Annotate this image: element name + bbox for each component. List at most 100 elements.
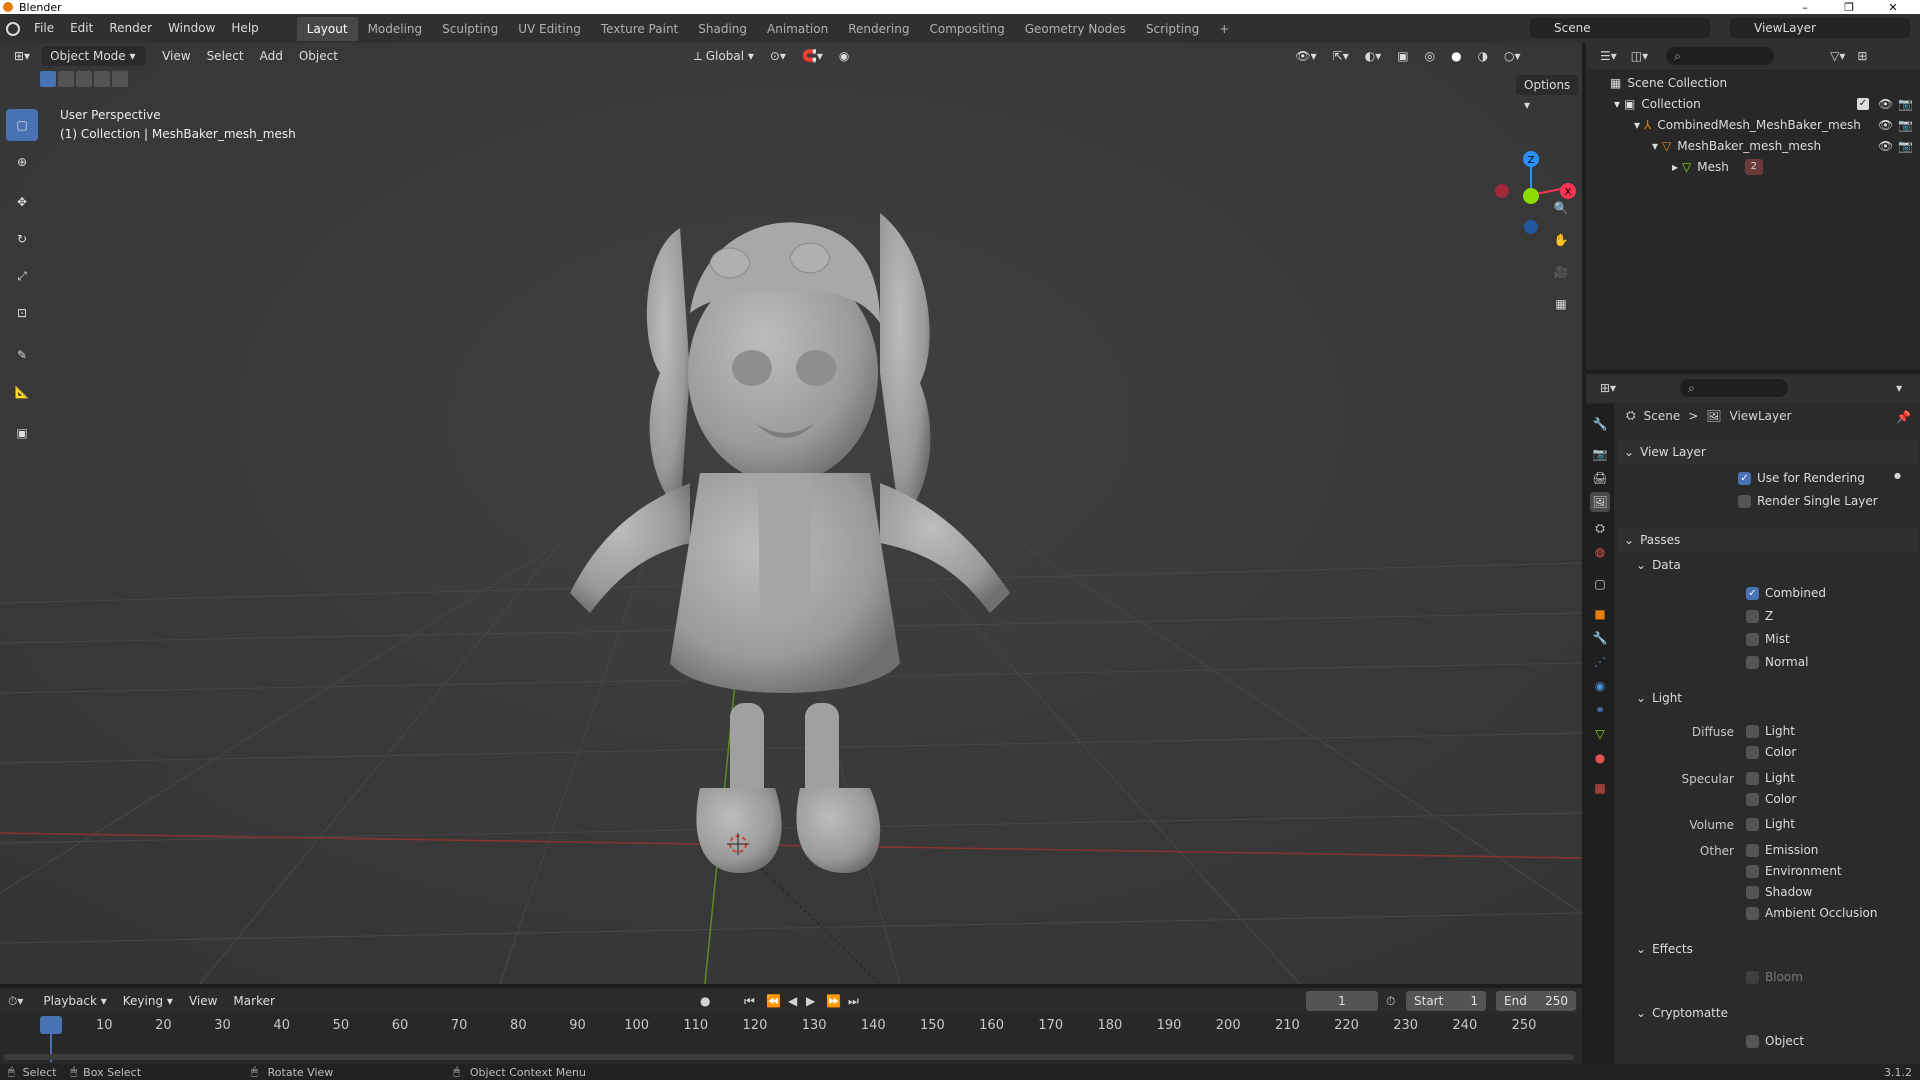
pass-normal-checkbox[interactable]: Normal	[1746, 655, 1808, 669]
tab-animation[interactable]: Animation	[757, 17, 838, 41]
outliner-row-collection[interactable]: ▾ ▣ Collection ✓ 👁 📷	[1586, 93, 1920, 114]
data-tab-icon[interactable]: ▽	[1590, 724, 1610, 744]
tab-geometry-nodes[interactable]: Geometry Nodes	[1015, 17, 1136, 41]
outliner-search-input[interactable]: ⌕	[1666, 47, 1775, 65]
eye-icon[interactable]: 👁	[1878, 97, 1893, 111]
camera-view-icon[interactable]: 🎥	[1548, 259, 1574, 285]
physics-tab-icon[interactable]: ◉	[1590, 676, 1610, 696]
expand-chevron-icon[interactable]: ▾	[1634, 118, 1640, 132]
tab-uv-editing[interactable]: UV Editing	[508, 17, 591, 41]
jump-start-icon[interactable]: ⏮	[744, 994, 755, 1009]
subpanel-data[interactable]: ⌄ Data	[1636, 554, 1681, 576]
prev-keyframe-icon[interactable]: ⏪	[766, 994, 781, 1008]
gizmo-toggle-icon[interactable]: ⇱▾	[1325, 46, 1357, 66]
menu-render[interactable]: Render	[101, 14, 160, 43]
play-reverse-icon[interactable]: ◀	[788, 994, 797, 1008]
shading-solid-icon[interactable]: ●	[1443, 46, 1469, 66]
material-tab-icon[interactable]: ●	[1590, 748, 1610, 768]
pass-combined-checkbox[interactable]: ✓ Combined	[1746, 586, 1826, 600]
shadow-checkbox[interactable]: Shadow	[1746, 885, 1812, 899]
viewport-menu-object[interactable]: Object	[291, 46, 346, 66]
modifier-tab-icon[interactable]: 🔧	[1590, 628, 1610, 648]
display-mode-icon[interactable]: ◫▾	[1631, 49, 1648, 63]
ambient-occlusion-checkbox[interactable]: Ambient Occlusion	[1746, 906, 1877, 920]
add-workspace-button[interactable]: +	[1209, 17, 1239, 41]
preview-range-icon[interactable]: ⏱	[1386, 994, 1395, 1009]
expand-chevron-icon[interactable]: ▾	[1614, 97, 1620, 111]
camera-render-icon[interactable]: 📷	[1898, 139, 1913, 153]
diffuse-color-checkbox[interactable]: Color	[1746, 745, 1796, 759]
proportional-edit-icon[interactable]: ◉	[831, 46, 857, 66]
camera-render-icon[interactable]: 📷	[1898, 97, 1913, 111]
editor-type-icon[interactable]: ⊞▾	[6, 46, 38, 66]
eye-icon[interactable]: 👁	[1878, 139, 1893, 153]
maximize-button[interactable]: ❐	[1834, 0, 1864, 14]
transform-tool[interactable]: ⊡	[6, 297, 38, 329]
pass-z-checkbox[interactable]: Z	[1746, 609, 1773, 623]
properties-options-icon[interactable]: ▾	[1896, 381, 1902, 395]
expand-chevron-icon[interactable]: ▾	[1652, 139, 1658, 153]
outliner-row-mesh[interactable]: ▸ ▽ Mesh 2	[1586, 156, 1920, 177]
pan-hand-icon[interactable]: ✋	[1548, 227, 1574, 253]
object-tab-icon[interactable]: ■	[1590, 604, 1610, 624]
world-tab-icon[interactable]: ◍	[1590, 542, 1610, 562]
current-frame-field[interactable]: 1	[1306, 991, 1378, 1011]
next-keyframe-icon[interactable]: ⏩	[826, 994, 841, 1008]
shading-wireframe-icon[interactable]: ◎	[1417, 46, 1443, 66]
3d-viewport[interactable]: ⊞▾ Object Mode ▾ View Select Add Object …	[0, 43, 1582, 984]
blender-menu-icon[interactable]	[6, 21, 20, 36]
gizmo-neg-z-icon[interactable]	[1524, 220, 1538, 234]
annotate-tool[interactable]: ✎	[6, 339, 38, 371]
tab-compositing[interactable]: Compositing	[919, 17, 1014, 41]
viewport-menu-view[interactable]: View	[154, 46, 198, 66]
viewport-menu-add[interactable]: Add	[252, 46, 291, 66]
gizmo-y-icon[interactable]	[1523, 188, 1539, 204]
select-intersect-icon[interactable]	[112, 71, 128, 87]
scale-tool[interactable]: ⤢	[6, 260, 38, 292]
pivot-icon[interactable]: ⊙▾	[762, 46, 794, 66]
camera-render-icon[interactable]: 📷	[1898, 118, 1913, 132]
constraints-tab-icon[interactable]: ⚭	[1590, 700, 1610, 720]
timeline-scrollbar[interactable]	[4, 1054, 1574, 1060]
playhead[interactable]	[40, 1016, 62, 1034]
snap-icon[interactable]: 🧲▾	[794, 46, 831, 66]
specular-light-checkbox[interactable]: Light	[1746, 771, 1795, 785]
play-icon[interactable]: ▶	[806, 994, 815, 1008]
volume-light-checkbox[interactable]: Light	[1746, 817, 1795, 831]
navigation-gizmo[interactable]: Z X	[1486, 103, 1576, 243]
eye-icon[interactable]: 👁	[1878, 118, 1893, 132]
timeline-menu-marker[interactable]: Marker	[225, 991, 282, 1011]
shading-rendered-icon[interactable]: ○▾	[1496, 46, 1529, 66]
new-collection-icon[interactable]: ⊞	[1857, 49, 1867, 63]
move-tool[interactable]: ✥	[6, 186, 38, 218]
render-tab-icon[interactable]: 📷	[1590, 444, 1610, 464]
output-tab-icon[interactable]: 🖨	[1590, 468, 1610, 488]
rotate-tool[interactable]: ↻	[6, 223, 38, 255]
outliner-row-meshbaker[interactable]: ▾ ▽ MeshBaker_mesh_mesh 👁 📷	[1586, 135, 1920, 156]
minimize-button[interactable]: –	[1790, 0, 1820, 14]
pass-mist-checkbox[interactable]: Mist	[1746, 632, 1790, 646]
outliner-row-scene-collection[interactable]: ▦ Scene Collection	[1586, 72, 1920, 93]
tab-sculpting[interactable]: Sculpting	[432, 17, 508, 41]
collection-tab-icon[interactable]: ▢	[1590, 574, 1610, 594]
options-dropdown[interactable]: Options ▾	[1516, 75, 1578, 112]
properties-editor-icon[interactable]: ⊞▾	[1600, 381, 1616, 395]
orientation-dropdown[interactable]: ⟂ Global ▾	[686, 46, 762, 66]
menu-window[interactable]: Window	[160, 14, 223, 43]
timeline-menu-view[interactable]: View	[181, 991, 225, 1011]
menu-help[interactable]: Help	[223, 14, 266, 43]
tab-scripting[interactable]: Scripting	[1136, 17, 1209, 41]
render-single-layer-checkbox[interactable]: Render Single Layer	[1738, 494, 1878, 508]
shading-material-icon[interactable]: ◑	[1470, 46, 1496, 66]
texture-tab-icon[interactable]: ▩	[1590, 778, 1610, 798]
subpanel-effects[interactable]: ⌄ Effects	[1636, 938, 1693, 960]
specular-color-checkbox[interactable]: Color	[1746, 792, 1796, 806]
bloom-checkbox[interactable]: Bloom	[1746, 970, 1803, 984]
timeline-editor-icon[interactable]: ⏱▾	[8, 994, 23, 1009]
viewport-menu-select[interactable]: Select	[199, 46, 252, 66]
mode-dropdown[interactable]: Object Mode ▾	[42, 46, 147, 66]
menu-edit[interactable]: Edit	[62, 14, 101, 43]
start-frame-field[interactable]: Start 1	[1406, 991, 1486, 1011]
subpanel-cryptomatte[interactable]: ⌄ Cryptomatte	[1636, 1002, 1728, 1024]
gizmo-neg-x-icon[interactable]	[1495, 184, 1509, 198]
